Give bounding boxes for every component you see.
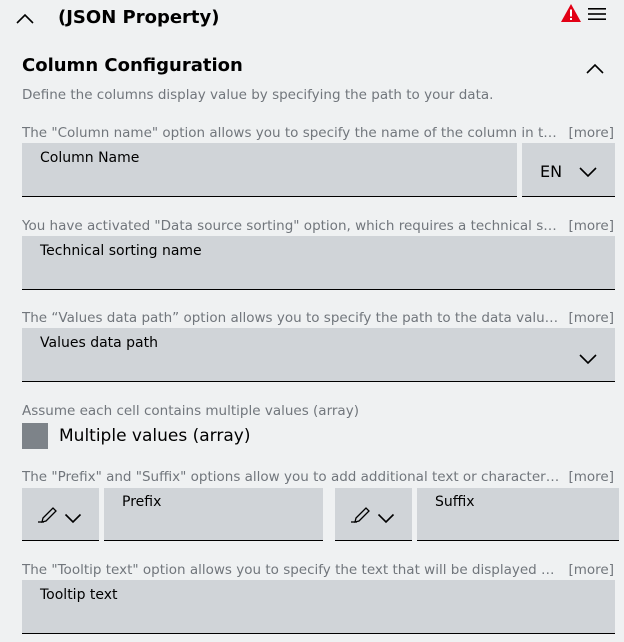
chevron-down-icon — [578, 163, 598, 182]
column-name-hint: The "Column name" option allows you to s… — [22, 125, 560, 141]
prefix-suffix-hint: The "Prefix" and "Suffix" options allow … — [22, 469, 560, 485]
pencil-icon — [38, 505, 60, 527]
prefix-type-select[interactable] — [22, 488, 99, 541]
prefix-suffix-more-link[interactable]: [more] — [568, 469, 614, 485]
multiple-values-label[interactable]: Multiple values (array) — [59, 426, 250, 446]
prefix-input[interactable]: Prefix — [104, 488, 323, 541]
multiple-values-hint: Assume each cell contains multiple value… — [22, 403, 359, 419]
suffix-label: Suffix — [435, 494, 475, 510]
warning-icon — [560, 3, 582, 23]
values-path-hint: The “Values data path” option allows you… — [22, 310, 560, 326]
tooltip-text-input[interactable]: Tooltip text — [22, 580, 615, 634]
suffix-type-select[interactable] — [335, 488, 412, 541]
values-path-label: Values data path — [40, 335, 159, 351]
column-name-more-link[interactable]: [more] — [568, 125, 614, 141]
property-title: (JSON Property) — [58, 7, 220, 28]
technical-sorting-more-link[interactable]: [more] — [568, 218, 614, 234]
values-path-more-link[interactable]: [more] — [568, 310, 614, 326]
column-name-label: Column Name — [40, 150, 140, 166]
technical-sorting-label: Technical sorting name — [40, 243, 202, 259]
collapse-property-chevron-icon[interactable] — [10, 4, 40, 34]
multiple-values-checkbox[interactable] — [22, 423, 48, 449]
menu-icon[interactable] — [586, 4, 608, 24]
section-description: Define the columns display value by spec… — [22, 87, 494, 103]
language-select[interactable]: EN — [522, 143, 615, 197]
pencil-icon — [351, 505, 373, 527]
language-value: EN — [540, 162, 563, 181]
column-name-input[interactable]: Column Name — [22, 143, 517, 197]
prefix-label: Prefix — [122, 494, 162, 510]
collapse-section-chevron-icon[interactable] — [580, 56, 610, 82]
chevron-down-icon — [578, 350, 598, 369]
suffix-input[interactable]: Suffix — [417, 488, 619, 541]
values-path-select[interactable]: Values data path — [22, 328, 615, 382]
chevron-down-icon — [64, 509, 82, 528]
technical-sorting-hint: You have activated "Data source sorting"… — [22, 218, 560, 234]
chevron-down-icon — [377, 509, 395, 528]
technical-sorting-input[interactable]: Technical sorting name — [22, 236, 615, 290]
tooltip-text-label: Tooltip text — [40, 587, 118, 603]
tooltip-hint: The "Tooltip text" option allows you to … — [22, 562, 560, 578]
tooltip-more-link[interactable]: [more] — [568, 562, 614, 578]
section-title: Column Configuration — [22, 55, 243, 76]
